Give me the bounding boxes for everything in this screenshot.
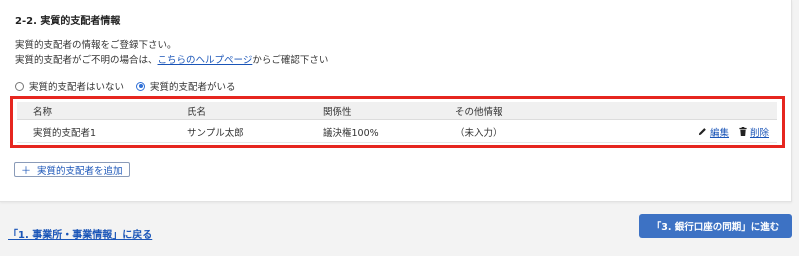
add-owner-button[interactable]: ＋ 実質的支配者を追加 bbox=[14, 162, 130, 177]
plus-icon: ＋ bbox=[21, 166, 31, 177]
next-step-button[interactable]: 「3. 銀行口座の同期」に進む bbox=[639, 214, 792, 238]
row-name: 実質的支配者1 bbox=[33, 127, 97, 139]
description-line-2: 実質的支配者がご不明の場合は、こちらのヘルプページからご確認下さい bbox=[15, 52, 328, 66]
back-to-step1-link[interactable]: 「1. 事業所・事業情報」に戻る bbox=[8, 226, 152, 241]
radio-none-label: 実質的支配者はいない bbox=[29, 82, 125, 93]
radio-exists-label: 実質的支配者がいる bbox=[150, 82, 236, 93]
edit-button[interactable]: 編集 bbox=[698, 125, 729, 139]
description-line-1: 実質的支配者の情報をご登録下さい。 bbox=[15, 40, 177, 51]
header-name: 名称 bbox=[33, 106, 53, 118]
radio-exists[interactable] bbox=[136, 81, 146, 91]
help-page-link[interactable]: こちらのヘルプページ bbox=[158, 55, 253, 66]
radio-none[interactable] bbox=[15, 81, 24, 91]
row-person: サンプル太郎 bbox=[187, 127, 244, 139]
description-suffix: からご確認下さい bbox=[252, 55, 329, 66]
owner-table-highlight: 名称 氏名 関係性 その他情報 実質的支配者1 サンプル太郎 議決権100% （… bbox=[10, 96, 785, 148]
delete-button[interactable]: 削除 bbox=[739, 125, 769, 139]
header-person: 氏名 bbox=[187, 106, 207, 118]
delete-label: 削除 bbox=[749, 127, 769, 139]
beneficial-owner-card: 2-2. 実質的支配者情報 実質的支配者の情報をご登録下さい。 実質的支配者がご… bbox=[0, 0, 792, 202]
table-row: 実質的支配者1 サンプル太郎 議決権100% （未入力） 編集 削除 bbox=[17, 121, 777, 143]
radio-option-none[interactable]: 実質的支配者はいない bbox=[15, 79, 124, 93]
edit-label: 編集 bbox=[709, 127, 729, 139]
table-header: 名称 氏名 関係性 その他情報 bbox=[17, 102, 777, 120]
row-relation: 議決権100% bbox=[323, 127, 379, 139]
row-other: （未入力） bbox=[455, 127, 503, 139]
description-prefix: 実質的支配者がご不明の場合は、 bbox=[15, 55, 158, 66]
row-actions: 編集 削除 bbox=[698, 125, 769, 139]
header-relation: 関係性 bbox=[323, 106, 352, 118]
owner-radio-group: 実質的支配者はいない 実質的支配者がいる bbox=[15, 79, 248, 93]
section-title: 2-2. 実質的支配者情報 bbox=[15, 16, 121, 27]
header-other: その他情報 bbox=[455, 106, 503, 118]
add-owner-label: 実質的支配者を追加 bbox=[37, 165, 123, 177]
pencil-icon bbox=[698, 128, 706, 136]
trash-icon bbox=[739, 127, 747, 136]
radio-option-exists[interactable]: 実質的支配者がいる bbox=[136, 79, 236, 93]
